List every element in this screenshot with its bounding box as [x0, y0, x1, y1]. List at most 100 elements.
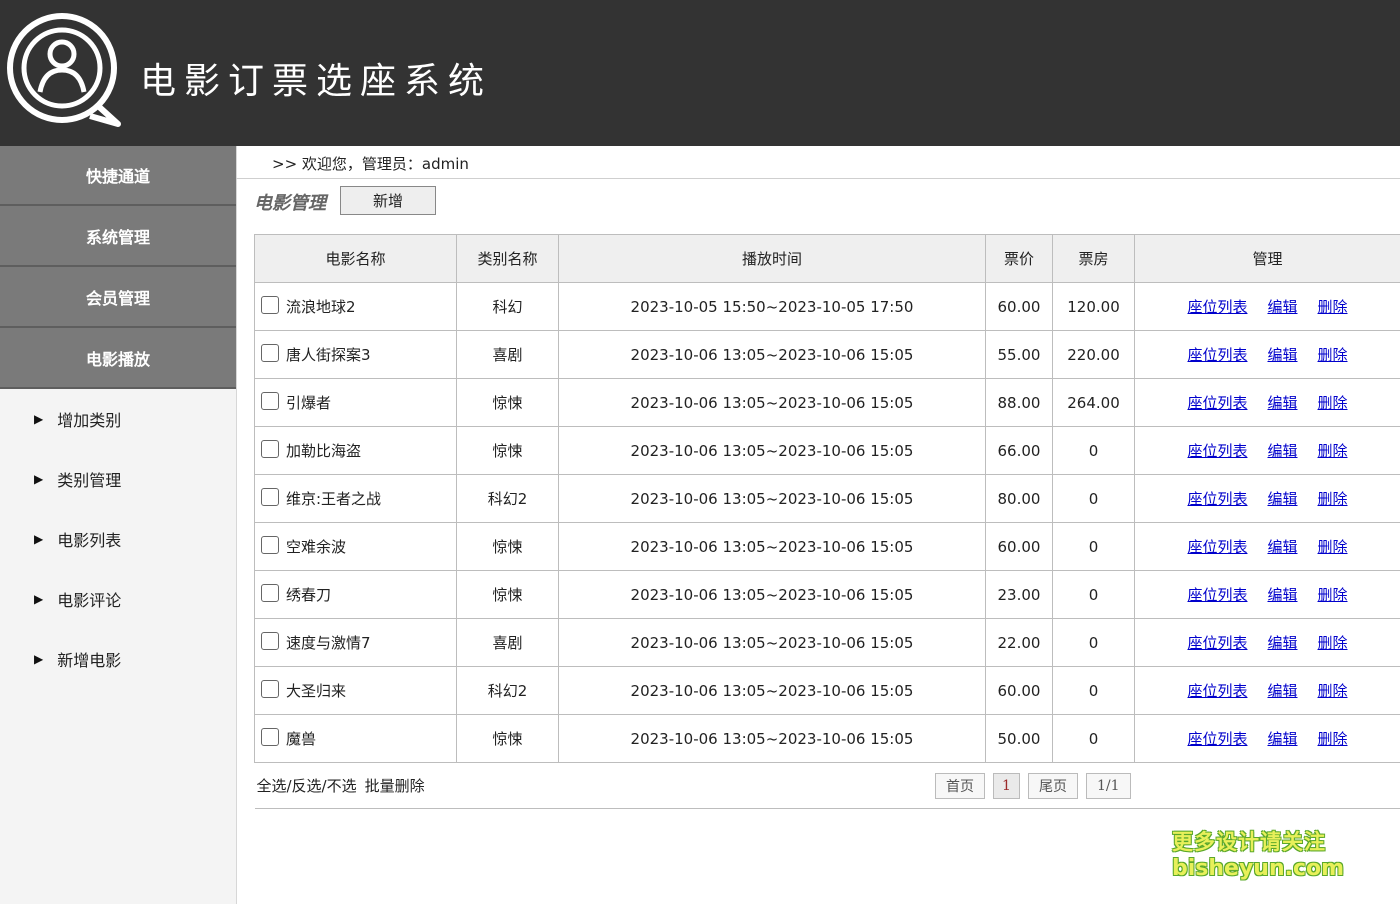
box-office-cell: 264.00: [1052, 378, 1135, 427]
seat-list-link[interactable]: 座位列表: [1187, 442, 1247, 460]
bulk-actions: 全选/反选/不选 批量删除: [254, 762, 559, 809]
price-cell: 55.00: [985, 330, 1053, 379]
sidebar-item-add-category[interactable]: ▶ 增加类别: [0, 389, 236, 449]
movie-name: 唐人街探案3: [286, 346, 371, 364]
seat-list-link[interactable]: 座位列表: [1187, 394, 1247, 412]
box-office-cell: 220.00: [1052, 330, 1135, 379]
seat-list-link[interactable]: 座位列表: [1187, 346, 1247, 364]
price-cell: 60.00: [985, 666, 1053, 715]
edit-link[interactable]: 编辑: [1267, 394, 1297, 412]
select-all-toggle[interactable]: 全选/反选/不选: [257, 777, 357, 795]
seat-list-link[interactable]: 座位列表: [1187, 490, 1247, 508]
row-checkbox[interactable]: [261, 584, 279, 602]
actions-cell: 座位列表 编辑 删除: [1134, 330, 1400, 379]
seat-list-link[interactable]: 座位列表: [1187, 634, 1247, 652]
table-row: 唐人街探案3 喜剧 2023-10-06 13:05~2023-10-06 15:0…: [254, 330, 1400, 379]
row-checkbox[interactable]: [261, 344, 279, 362]
movie-name: 引爆者: [286, 394, 332, 412]
table-row: 引爆者 惊悚 2023-10-06 13:05~2023-10-06 15:05 88…: [254, 378, 1400, 427]
app-title: 电影订票选座系统: [140, 61, 493, 102]
row-checkbox[interactable]: [261, 536, 279, 554]
delete-link[interactable]: 删除: [1318, 730, 1348, 748]
showtime-cell: 2023-10-06 13:05~2023-10-06 15:05: [558, 618, 986, 667]
row-checkbox[interactable]: [261, 296, 279, 314]
sidebar-section-shortcut[interactable]: 快捷通道: [0, 146, 236, 206]
actions-cell: 座位列表 编辑 删除: [1134, 570, 1400, 619]
page-info: 1/1: [1085, 772, 1131, 799]
showtime-cell: 2023-10-06 13:05~2023-10-06 15:05: [558, 522, 986, 571]
edit-link[interactable]: 编辑: [1267, 298, 1297, 316]
sidebar-item-add-movie[interactable]: ▶ 新增电影: [0, 629, 236, 689]
movie-name: 维京:王者之战: [286, 490, 382, 508]
edit-link[interactable]: 编辑: [1267, 346, 1297, 364]
actions-cell: 座位列表 编辑 删除: [1134, 378, 1400, 427]
current-page-button[interactable]: 1: [993, 772, 1020, 799]
movie-name: 流浪地球2: [286, 298, 356, 316]
actions-cell: 座位列表 编辑 删除: [1134, 618, 1400, 667]
box-office-cell: 120.00: [1052, 282, 1135, 331]
delete-link[interactable]: 删除: [1318, 394, 1348, 412]
sidebar-section-members[interactable]: 会员管理: [0, 267, 236, 328]
delete-link[interactable]: 删除: [1318, 298, 1348, 316]
sidebar-section-system[interactable]: 系统管理: [0, 206, 236, 267]
showtime-cell: 2023-10-06 13:05~2023-10-06 15:05: [558, 714, 986, 763]
sidebar-section-movies[interactable]: 电影播放: [0, 328, 236, 389]
sidebar-item-label: 电影列表: [57, 531, 122, 550]
row-checkbox[interactable]: [261, 728, 279, 746]
seat-list-link[interactable]: 座位列表: [1187, 586, 1247, 604]
edit-link[interactable]: 编辑: [1267, 490, 1297, 508]
delete-link[interactable]: 删除: [1318, 634, 1348, 652]
delete-link[interactable]: 删除: [1318, 682, 1348, 700]
last-page-button[interactable]: 尾页: [1027, 772, 1078, 799]
triangle-right-icon: ▶: [34, 592, 44, 606]
category-cell: 科幻2: [456, 474, 559, 523]
sidebar-item-movie-list[interactable]: ▶ 电影列表: [0, 509, 236, 569]
edit-link[interactable]: 编辑: [1267, 634, 1297, 652]
seat-list-link[interactable]: 座位列表: [1187, 682, 1247, 700]
seat-list-link[interactable]: 座位列表: [1187, 298, 1247, 316]
movie-name: 空难余波: [286, 538, 347, 556]
movie-name: 绣春刀: [286, 586, 332, 604]
add-button[interactable]: 新增: [340, 186, 436, 215]
main-content: >> 欢迎您，管理员：admin 电影管理 新增 电影名称 类别名称 播放时间 …: [236, 146, 1400, 904]
edit-link[interactable]: 编辑: [1267, 586, 1297, 604]
box-office-cell: 0: [1052, 618, 1135, 667]
delete-link[interactable]: 删除: [1318, 586, 1348, 604]
edit-link[interactable]: 编辑: [1267, 442, 1297, 460]
first-page-button[interactable]: 首页: [935, 772, 986, 799]
sidebar-item-category-management[interactable]: ▶ 类别管理: [0, 449, 236, 509]
category-cell: 喜剧: [456, 330, 559, 379]
movie-name-cell: 大圣归来: [254, 666, 457, 715]
edit-link[interactable]: 编辑: [1267, 538, 1297, 556]
showtime-cell: 2023-10-06 13:05~2023-10-06 15:05: [558, 378, 986, 427]
seat-list-link[interactable]: 座位列表: [1187, 730, 1247, 748]
delete-link[interactable]: 删除: [1318, 442, 1348, 460]
edit-link[interactable]: 编辑: [1267, 682, 1297, 700]
box-office-cell: 0: [1052, 474, 1135, 523]
delete-link[interactable]: 删除: [1318, 346, 1348, 364]
sidebar-item-movie-comments[interactable]: ▶ 电影评论: [0, 569, 236, 629]
sidebar-item-label: 类别管理: [57, 471, 122, 490]
row-checkbox[interactable]: [261, 680, 279, 698]
price-cell: 22.00: [985, 618, 1053, 667]
table-row: 绣春刀 惊悚 2023-10-06 13:05~2023-10-06 15:05 23…: [254, 570, 1400, 619]
price-cell: 80.00: [985, 474, 1053, 523]
category-cell: 惊悚: [456, 570, 559, 619]
actions-cell: 座位列表 编辑 删除: [1134, 474, 1400, 523]
movie-name-cell: 引爆者: [254, 378, 457, 427]
movie-name: 大圣归来: [286, 682, 347, 700]
row-checkbox[interactable]: [261, 440, 279, 458]
price-cell: 50.00: [985, 714, 1053, 763]
delete-link[interactable]: 删除: [1318, 490, 1348, 508]
delete-link[interactable]: 删除: [1318, 538, 1348, 556]
seat-list-link[interactable]: 座位列表: [1187, 538, 1247, 556]
box-office-cell: 0: [1052, 714, 1135, 763]
table-row: 维京:王者之战 科幻2 2023-10-06 13:05~2023-10-06 15…: [254, 474, 1400, 523]
movie-name: 加勒比海盗: [286, 442, 362, 460]
row-checkbox[interactable]: [261, 632, 279, 650]
row-checkbox[interactable]: [261, 392, 279, 410]
edit-link[interactable]: 编辑: [1267, 730, 1297, 748]
row-checkbox[interactable]: [261, 488, 279, 506]
batch-delete-button[interactable]: 批量删除: [365, 777, 425, 795]
watermark: 更多设计请关注 bisheyun.com: [1172, 826, 1344, 881]
